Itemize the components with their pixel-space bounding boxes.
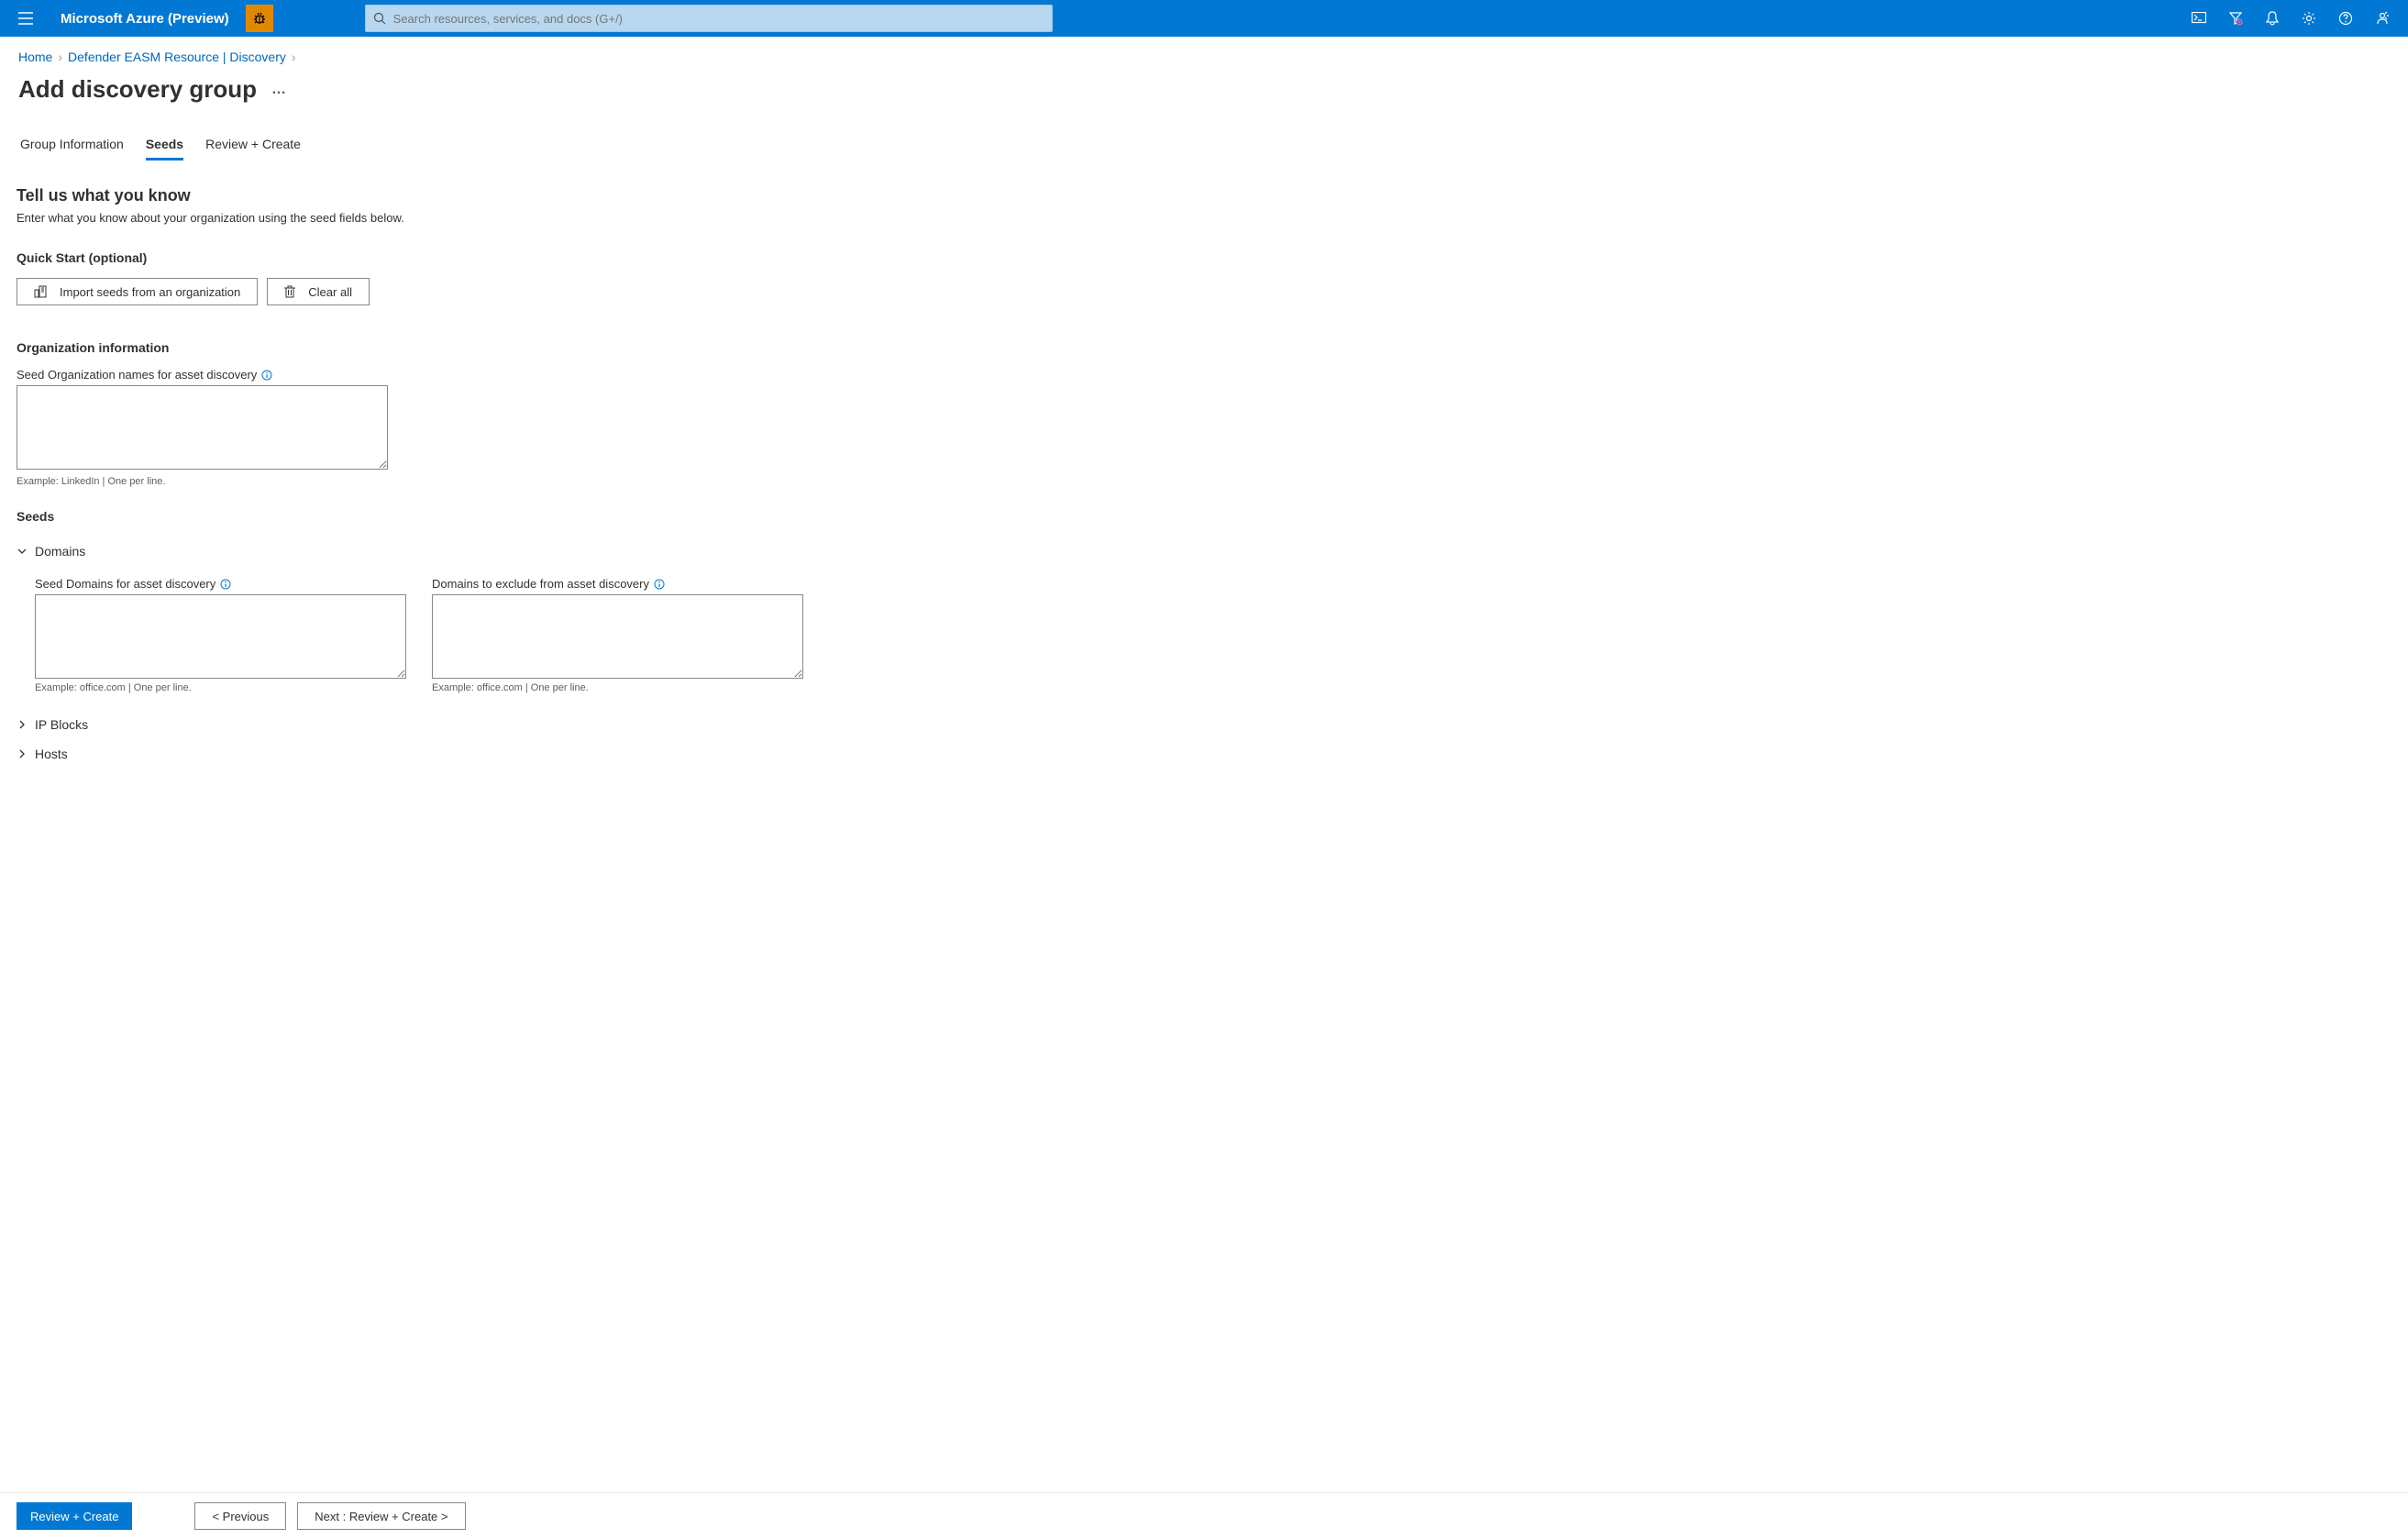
hosts-expander[interactable]: Hosts — [17, 739, 1176, 769]
tab-seeds[interactable]: Seeds — [146, 131, 183, 161]
top-icons — [2181, 0, 2401, 37]
ip-blocks-expander[interactable]: IP Blocks — [17, 710, 1176, 739]
content: Tell us what you know Enter what you kno… — [0, 161, 1192, 860]
chevron-right-icon — [17, 748, 28, 759]
tab-group-information[interactable]: Group Information — [20, 131, 124, 161]
chevron-right-icon: › — [292, 50, 296, 64]
search-input[interactable] — [392, 11, 1044, 27]
domains-expander[interactable]: Domains — [17, 537, 1176, 566]
filter-icon[interactable] — [2217, 0, 2254, 37]
org-names-label: Seed Organization names for asset discov… — [17, 368, 1176, 382]
page-title: Add discovery group … — [18, 75, 2390, 104]
seed-domains-label-text: Seed Domains for asset discovery — [35, 577, 215, 591]
breadcrumb-home[interactable]: Home — [18, 50, 52, 64]
intro-desc: Enter what you know about your organizat… — [17, 211, 1176, 225]
bug-icon[interactable] — [246, 5, 273, 32]
info-icon[interactable] — [260, 369, 273, 382]
clear-all-button[interactable]: Clear all — [267, 278, 370, 305]
seeds-title: Seeds — [17, 509, 1176, 524]
chevron-down-icon — [17, 546, 28, 557]
org-names-hint: Example: LinkedIn | One per line. — [17, 476, 1176, 487]
previous-button[interactable]: < Previous — [194, 1502, 286, 1530]
tabs: Group Information Seeds Review + Create — [0, 113, 2408, 161]
org-info-title: Organization information — [17, 340, 1176, 355]
hamburger-menu-button[interactable] — [7, 0, 44, 37]
cloud-shell-icon[interactable] — [2181, 0, 2217, 37]
trash-icon — [284, 285, 295, 298]
organization-icon — [34, 285, 47, 298]
more-actions-button[interactable]: … — [268, 78, 290, 102]
chevron-right-icon — [17, 719, 28, 730]
info-icon[interactable] — [653, 578, 666, 591]
chevron-right-icon: › — [58, 50, 62, 64]
domains-label: Domains — [35, 544, 85, 559]
domains-fields: Seed Domains for asset discovery Example… — [17, 571, 1176, 693]
import-seeds-label: Import seeds from an organization — [60, 285, 240, 299]
footer-bar: Review + Create < Previous Next : Review… — [0, 1492, 2408, 1539]
feedback-icon[interactable] — [2364, 0, 2401, 37]
exclude-domains-label: Domains to exclude from asset discovery — [432, 577, 803, 591]
quick-start-title: Quick Start (optional) — [17, 250, 1176, 265]
search-icon — [373, 12, 386, 25]
org-names-input[interactable] — [17, 385, 388, 470]
page-title-text: Add discovery group — [18, 75, 257, 104]
clear-all-label: Clear all — [308, 285, 352, 299]
seed-domains-input[interactable] — [35, 594, 406, 679]
info-icon[interactable] — [219, 578, 232, 591]
import-seeds-button[interactable]: Import seeds from an organization — [17, 278, 258, 305]
intro-title: Tell us what you know — [17, 186, 1176, 205]
seed-domains-hint: Example: office.com | One per line. — [35, 682, 406, 693]
brand-title[interactable]: Microsoft Azure (Preview) — [44, 11, 246, 27]
quick-start-buttons: Import seeds from an organization Clear … — [17, 278, 1176, 305]
search-wrap — [365, 5, 2162, 32]
exclude-domains-hint: Example: office.com | One per line. — [432, 682, 803, 693]
next-button[interactable]: Next : Review + Create > — [297, 1502, 465, 1530]
exclude-domains-input[interactable] — [432, 594, 803, 679]
help-icon[interactable] — [2327, 0, 2364, 37]
review-create-button[interactable]: Review + Create — [17, 1502, 132, 1530]
hosts-label: Hosts — [35, 747, 68, 761]
exclude-domains-label-text: Domains to exclude from asset discovery — [432, 577, 649, 591]
page-header: Home › Defender EASM Resource | Discover… — [0, 37, 2408, 113]
org-names-label-text: Seed Organization names for asset discov… — [17, 368, 257, 382]
breadcrumb-resource[interactable]: Defender EASM Resource | Discovery — [68, 50, 286, 64]
settings-icon[interactable] — [2291, 0, 2327, 37]
ip-blocks-label: IP Blocks — [35, 717, 88, 732]
breadcrumb: Home › Defender EASM Resource | Discover… — [18, 50, 2390, 64]
tab-review-create[interactable]: Review + Create — [205, 131, 301, 161]
seed-domains-label: Seed Domains for asset discovery — [35, 577, 406, 591]
search-box[interactable] — [365, 5, 1053, 32]
top-bar: Microsoft Azure (Preview) — [0, 0, 2408, 37]
notifications-icon[interactable] — [2254, 0, 2291, 37]
